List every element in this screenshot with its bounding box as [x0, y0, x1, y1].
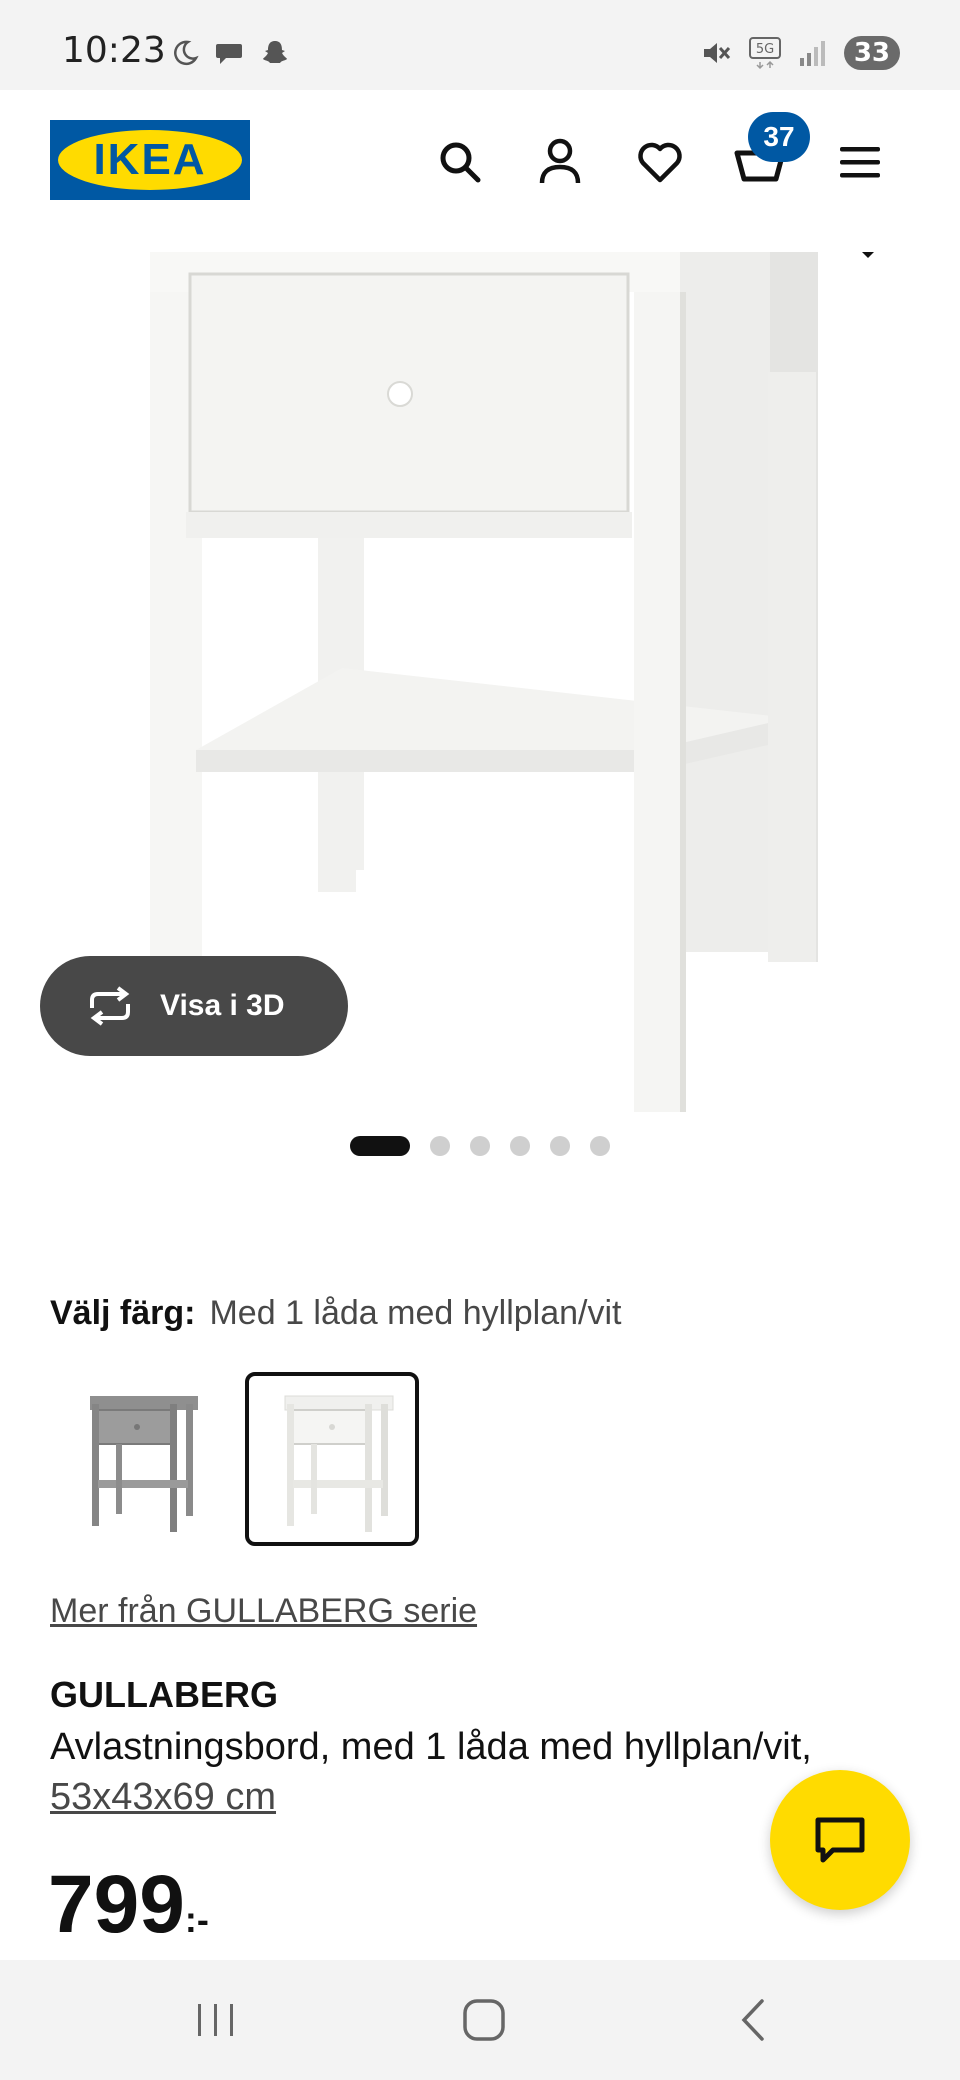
account-button[interactable] [532, 134, 588, 190]
recent-apps-icon [198, 2004, 233, 2036]
moon-icon [174, 40, 199, 66]
price-amount: 799 [48, 1859, 185, 1950]
color-selected-value: Med 1 låda med hyllplan/vit [209, 1294, 622, 1332]
color-selection-row: Välj färg: Med 1 låda med hyllplan/vit [50, 1294, 622, 1333]
grey-table-thumbnail [90, 1396, 198, 1532]
color-swatch-grey[interactable] [50, 1372, 224, 1546]
account-icon [539, 138, 581, 184]
product-dimensions-link[interactable]: 53x43x69 cm [50, 1776, 276, 1818]
heart-icon [638, 142, 682, 183]
status-time: 10:23 [62, 30, 166, 71]
mute-icon [703, 43, 730, 63]
system-navigation-bar [0, 1960, 960, 2080]
status-icons-right: 5G 33 [700, 36, 900, 70]
back-button[interactable] [724, 1990, 784, 2050]
chat-bubble-icon [216, 44, 242, 64]
rotate-3d-icon [90, 986, 130, 1026]
favorites-button[interactable] [632, 134, 688, 190]
view-in-3d-label: Visa i 3D [160, 989, 285, 1022]
cart-count-badge: 37 [748, 112, 810, 162]
menu-icon [840, 147, 880, 178]
site-header: IKEA 37 [0, 90, 960, 252]
pagination-dot[interactable] [550, 1136, 570, 1156]
menu-button[interactable] [832, 134, 888, 190]
status-bar: 10:23 5G 33 [0, 0, 960, 90]
pagination-dot-active[interactable] [350, 1136, 410, 1156]
chat-button[interactable] [770, 1770, 910, 1910]
5g-icon: 5G [748, 37, 781, 70]
price-suffix: :- [184, 1899, 209, 1940]
home-button[interactable] [454, 1990, 514, 2050]
snapchat-icon [263, 41, 287, 63]
pagination-dot[interactable] [470, 1136, 490, 1156]
search-button[interactable] [432, 134, 488, 190]
battery-indicator: 33 [843, 36, 900, 70]
svg-text:5G: 5G [756, 42, 774, 57]
series-link[interactable]: Mer från GULLABERG serie [50, 1592, 477, 1631]
logo-text: IKEA [93, 135, 207, 184]
product-price: 799:- [48, 1858, 209, 1952]
color-swatch-white[interactable] [245, 1372, 419, 1546]
view-in-3d-button[interactable]: Visa i 3D [40, 956, 348, 1056]
pagination-dot[interactable] [510, 1136, 530, 1156]
recent-apps-button[interactable] [186, 1990, 246, 2050]
back-icon [741, 1999, 764, 2041]
pagination-dot[interactable] [590, 1136, 610, 1156]
product-name: GULLABERG [50, 1674, 278, 1715]
gallery-pagination [350, 1136, 610, 1156]
pagination-dot[interactable] [430, 1136, 450, 1156]
home-icon [463, 1999, 505, 2041]
signal-icon [799, 41, 825, 66]
search-icon [440, 142, 481, 183]
white-table-thumbnail [284, 1395, 394, 1532]
logo-oval: IKEA [58, 130, 242, 190]
product-description-text: Avlastningsbord, med 1 låda med hyllplan… [50, 1726, 812, 1768]
chat-icon [815, 1817, 865, 1863]
ikea-logo[interactable]: IKEA [50, 120, 250, 200]
status-icons-left [170, 38, 290, 68]
color-label: Välj färg: [50, 1294, 196, 1332]
